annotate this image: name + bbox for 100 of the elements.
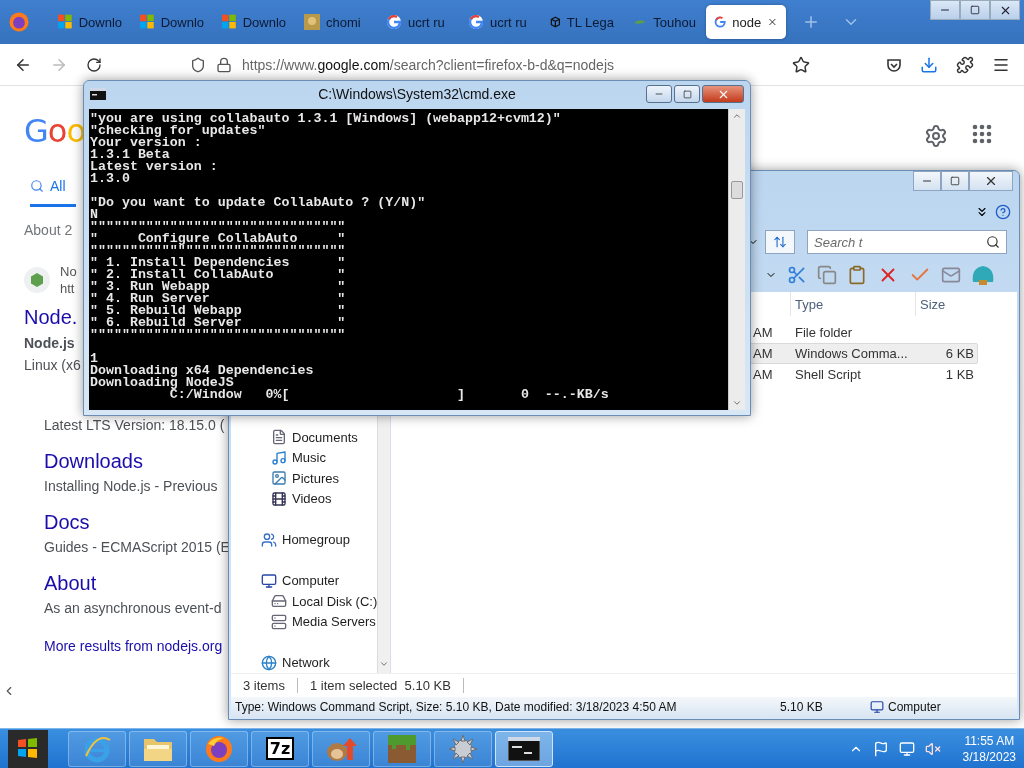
reload-icon[interactable] <box>86 56 102 73</box>
restore-button[interactable] <box>960 0 990 20</box>
minimize-button[interactable] <box>930 0 960 20</box>
taskbar-button[interactable] <box>495 730 553 767</box>
cut-icon[interactable] <box>787 265 807 285</box>
sitelink[interactable]: Docs <box>44 511 90 534</box>
browser-tab[interactable]: ucrt ru <box>460 5 540 39</box>
browser-tab[interactable]: ucrt ru <box>378 5 458 39</box>
pocket-icon[interactable] <box>886 56 902 73</box>
grass-block-icon <box>388 734 416 763</box>
more-results-link[interactable]: More results from nodejs.org <box>24 638 223 654</box>
browser-tab[interactable]: chomi <box>296 5 376 39</box>
lock-icon <box>216 56 232 73</box>
help-icon[interactable] <box>995 204 1011 220</box>
minimize-button[interactable] <box>913 171 941 191</box>
search-tab[interactable]: All <box>30 178 76 207</box>
nav-item[interactable]: Homegroup <box>231 529 378 550</box>
taskbar-button[interactable]: 7z <box>251 730 309 767</box>
hard-drive-icon <box>271 593 287 610</box>
browser-tab[interactable]: Touhou <box>624 5 704 39</box>
file-row[interactable]: AM File folder <box>748 322 978 343</box>
address-bar[interactable]: https://www.google.com/search?client=firefox-b-d&q=nodejs <box>242 56 614 73</box>
server-icon <box>271 613 287 630</box>
nav-item[interactable]: Computer <box>231 570 378 591</box>
music-note-icon <box>271 449 287 466</box>
terminal-icon <box>90 88 106 100</box>
nav-item[interactable]: Documents <box>231 427 378 448</box>
start-button[interactable] <box>8 729 48 768</box>
browser-tab[interactable]: Downlo <box>214 5 294 39</box>
windows-logo-icon <box>222 14 237 30</box>
file-row[interactable]: AM Shell Script 1 KB <box>748 364 978 385</box>
refresh-button[interactable] <box>765 230 795 254</box>
sitelink[interactable]: Downloads <box>44 450 143 473</box>
windows-logo-icon <box>140 14 155 30</box>
column-header[interactable]: Type <box>790 292 915 316</box>
copy-icon[interactable] <box>817 265 837 285</box>
console-line: " 1. Install Dependencies " <box>90 257 347 269</box>
nav-item[interactable]: Pictures <box>231 468 378 489</box>
flag-icon[interactable] <box>872 740 889 757</box>
search-icon <box>30 179 44 193</box>
date-cell-text: AM <box>752 367 774 382</box>
console-line: Downloading NodeJS <box>90 377 234 389</box>
console-line: """""""""""""""""""""""""""""""" <box>90 221 347 233</box>
google-g-icon <box>468 14 484 30</box>
console-line: Latest version : <box>90 161 219 173</box>
arrows-icon <box>773 235 787 249</box>
console-line: " Configure CollabAuto " <box>90 233 347 245</box>
fox-globe-icon[interactable] <box>8 11 30 33</box>
browser-tab[interactable]: Downlo <box>132 5 212 39</box>
console-line: 1.3.0 <box>90 173 131 185</box>
envelope-icon[interactable] <box>941 265 961 285</box>
console-line: " 3. Run Webapp " <box>90 281 347 293</box>
bookmark-star-icon[interactable] <box>792 55 810 74</box>
result-count: About 2 <box>24 222 73 238</box>
paste-icon[interactable] <box>847 265 867 285</box>
apps-grid-icon[interactable] <box>972 124 992 144</box>
nav-item[interactable]: Network <box>231 652 378 673</box>
new-tab-icon[interactable] <box>802 13 820 31</box>
type-cell-text: Shell Script <box>794 367 862 382</box>
scroll-thumb[interactable] <box>731 180 743 199</box>
download-icon[interactable] <box>920 55 938 74</box>
nav-item[interactable]: Local Disk (C:) <box>231 591 378 612</box>
date: 3/18/2023 <box>962 748 1016 765</box>
nav-item[interactable]: Media Servers <box>231 611 378 632</box>
network-globe-icon <box>261 654 277 671</box>
console-line: " 6. Rebuild Server " <box>90 317 347 329</box>
chevron-icon[interactable] <box>975 205 989 219</box>
network-icon[interactable] <box>898 740 915 757</box>
scroll-down-icon[interactable] <box>379 659 390 669</box>
shell-icon[interactable] <box>971 264 995 286</box>
scroll-up-icon[interactable] <box>732 111 742 121</box>
browser-tab[interactable]: Downlo <box>50 5 130 39</box>
console-line: "Do you want to update CollabAuto ? (Y/N)" <box>90 197 427 209</box>
column-header[interactable]: Size <box>915 292 977 316</box>
sevenzip-logo: 7z <box>265 737 295 760</box>
size-cell-text: 1 KB <box>944 367 975 382</box>
size-cell-text: 6 KB <box>944 346 975 361</box>
file-row[interactable]: AM Windows Comma... 6 KB <box>748 343 978 364</box>
scroll-down-icon[interactable] <box>732 398 742 408</box>
minimize-button[interactable] <box>646 85 672 103</box>
console-line: C:/Window 0%[ ] 0 --.-KB/s <box>169 389 610 401</box>
maximize-button[interactable] <box>674 85 700 103</box>
result-title-link[interactable]: Node. <box>24 306 78 329</box>
extensions-icon[interactable] <box>956 55 974 74</box>
nav-item[interactable]: Videos <box>231 488 378 509</box>
file-size: 5.10 KB <box>780 700 824 714</box>
nav-item[interactable]: Music <box>231 447 378 468</box>
settings-icon[interactable] <box>924 124 948 148</box>
search-field[interactable]: Search t <box>807 230 1007 254</box>
muted-speaker-icon[interactable] <box>924 740 941 757</box>
console-line: Your version : <box>90 137 202 149</box>
clock[interactable]: 11:55 AM 3/18/2023 <box>962 732 1016 765</box>
date-cell-text: AM <box>752 346 774 361</box>
sitelink[interactable]: About <box>44 572 97 595</box>
sitelink-snippet: Latest LTS Version: 18.15.0 ( <box>44 417 225 433</box>
browser-tab[interactable]: TL Lega <box>542 5 622 39</box>
maximize-button[interactable] <box>941 171 969 191</box>
close-button[interactable] <box>990 0 1020 20</box>
browser-tab[interactable]: node <box>706 5 786 39</box>
date-cell-text: AM <box>752 325 774 340</box>
